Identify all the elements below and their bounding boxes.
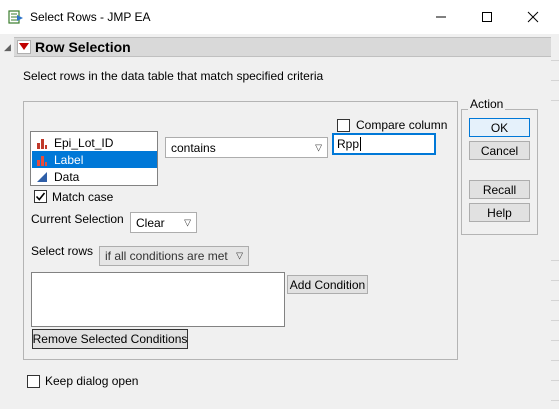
minimize-button[interactable] [418,0,464,34]
close-button[interactable] [510,0,556,34]
nominal-bar-icon [35,136,49,150]
window-title: Select Rows - JMP EA [30,10,151,24]
maximize-icon [482,12,492,22]
operator-select[interactable]: contains ▽ [165,137,328,158]
list-item-data[interactable]: Data [32,168,157,185]
column-label: Label [54,152,84,167]
remove-selected-conditions-button[interactable]: Remove Selected Conditions [32,329,188,349]
cancel-button[interactable]: Cancel [469,141,530,160]
chevron-down-icon: ▽ [184,217,191,227]
current-selection-value: Clear [136,215,165,230]
current-selection-label: Current Selection [31,212,124,226]
ok-button[interactable]: OK [469,118,530,137]
maximize-button[interactable] [464,0,510,34]
list-item-epi-lot-id[interactable]: Epi_Lot_ID [32,134,157,151]
red-triangle-menu-icon[interactable] [17,40,31,54]
chevron-down-icon: ▽ [315,142,322,152]
recall-button[interactable]: Recall [469,180,530,199]
match-case-checkbox[interactable] [34,190,47,203]
jmp-select-rows-icon [8,9,24,25]
close-icon [527,11,539,23]
chevron-down-icon: ▽ [236,250,243,261]
nominal-bar-icon [35,153,49,167]
keep-dialog-open-label: Keep dialog open [45,374,139,388]
collapse-triangle-icon[interactable]: ◢ [4,42,11,53]
condition-mode-select[interactable]: if all conditions are met ▽ [99,246,249,266]
help-button[interactable]: Help [469,203,530,222]
current-selection-select[interactable]: Clear ▽ [130,212,197,233]
add-condition-button[interactable]: Add Condition [287,275,368,294]
conditions-list[interactable] [31,272,285,327]
column-label: Data [54,169,80,184]
action-group-legend: Action [468,97,506,111]
section-title: Row Selection [35,39,131,55]
checkmark-icon [35,192,46,201]
operator-value: contains [171,140,216,155]
condition-mode-value: if all conditions are met [105,249,228,263]
compare-column-checkbox[interactable] [337,119,350,132]
criteria-value-input[interactable]: Rpp [332,133,436,155]
continuous-triangle-icon [35,170,49,184]
column-list[interactable]: Epi_Lot_ID Label Data [30,131,158,186]
select-rows-label: Select rows [31,244,94,258]
column-label: Epi_Lot_ID [54,135,114,150]
keep-dialog-open-checkbox[interactable] [27,375,40,388]
match-case-label: Match case [52,190,114,204]
section-description: Select rows in the data table that match… [23,69,324,83]
compare-column-label: Compare column [356,118,448,132]
text-caret [360,137,362,151]
minimize-icon [436,16,446,18]
criteria-value-text: Rpp [337,137,360,151]
list-item-label[interactable]: Label [32,151,157,168]
